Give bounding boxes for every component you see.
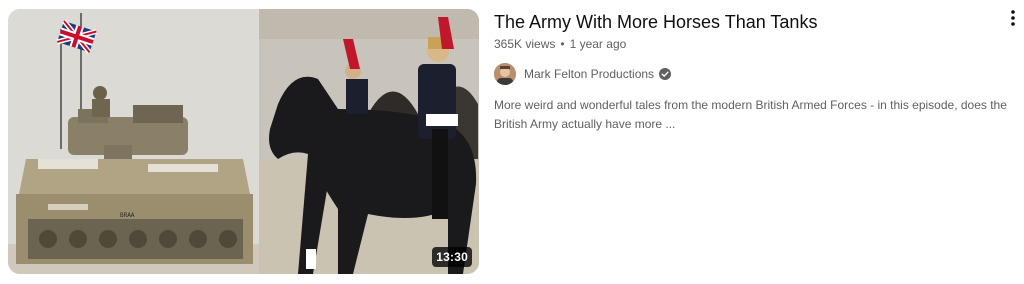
upload-age: 1 year ago [569, 37, 627, 51]
view-count: 365K views [494, 37, 556, 51]
more-vert-icon [1011, 10, 1015, 26]
thumbnail-image: BRAA [8, 9, 479, 274]
video-metadata: 365K views • 1 year ago [494, 35, 626, 53]
avatar[interactable] [494, 63, 516, 85]
more-actions-button[interactable] [1003, 6, 1023, 30]
channel-avatar-image [494, 63, 516, 85]
video-thumbnail[interactable]: BRAA 13:30 [8, 9, 479, 274]
video-result: BRAA 13:30 The Army With More Horses Tha… [0, 0, 1024, 284]
video-title[interactable]: The Army With More Horses Than Tanks [494, 10, 817, 34]
video-description: More weird and wonderful tales from the … [494, 98, 1007, 131]
channel-name[interactable]: Mark Felton Productions [524, 67, 654, 81]
duration-badge: 13:30 [432, 247, 472, 267]
tank-marking: BRAA [120, 212, 135, 219]
meta-separator: • [560, 37, 565, 51]
check-circle-icon [659, 68, 672, 80]
channel-link[interactable]: Mark Felton Productions [494, 62, 672, 86]
